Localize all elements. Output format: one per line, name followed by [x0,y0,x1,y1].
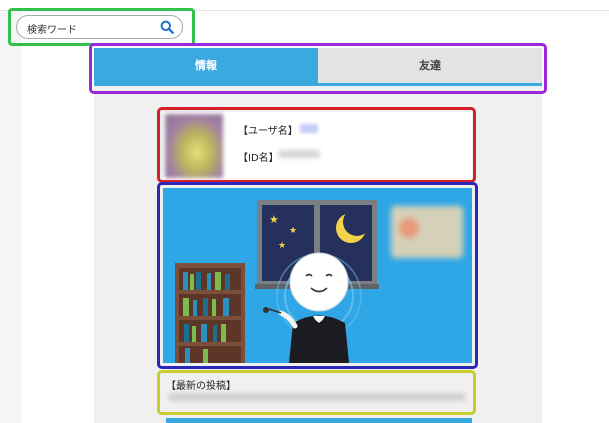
profile-highlight-frame [157,107,476,183]
latest-post-highlight-frame [157,370,476,415]
tabs-highlight-frame [89,43,547,94]
image-highlight-frame [157,182,478,369]
search-highlight-frame [8,8,195,46]
latest-post-bar [166,418,472,423]
left-gutter [0,11,22,423]
